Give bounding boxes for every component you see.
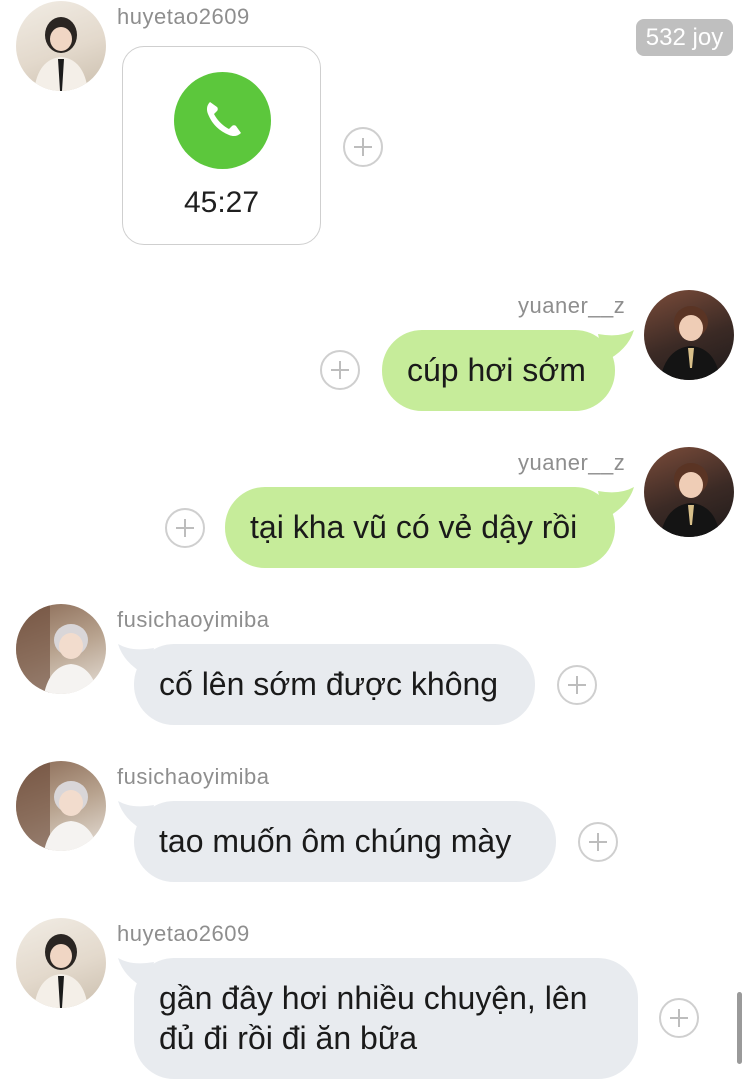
message-text: cố lên sớm được không [159,666,499,702]
avatar-image [660,306,720,380]
avatar-fusichaoyimiba[interactable] [16,604,106,694]
avatar-image [16,761,98,851]
message-text: cúp hơi sớm [407,352,586,388]
avatar-yuaner__z[interactable] [644,290,734,380]
message-username: huyetao2609 [117,921,250,946]
message-username: huyetao2609 [117,4,250,29]
call-button[interactable] [174,72,271,169]
avatar-fusichaoyimiba[interactable] [16,761,106,851]
incoming-message-bubble[interactable]: gần đây hơi nhiều chuyện, lên đủ đi rồi … [134,958,638,1079]
avatar-yuaner__z[interactable] [644,447,734,537]
message-username: fusichaoyimiba [117,607,270,632]
avatar-image [34,17,88,91]
avatar-image [34,934,88,1008]
message-text: tao muốn ôm chúng mày [159,823,512,859]
outgoing-message-bubble[interactable]: tại kha vũ có vẻ dậy rồi [225,487,615,568]
phone-icon [206,102,241,137]
avatar-image [16,604,98,694]
plus-icon[interactable] [343,127,383,167]
avatar-huyetao2609[interactable] [16,918,106,1008]
incoming-message-bubble[interactable]: tao muốn ôm chúng mày [134,801,556,882]
message-username: yuaner__z [518,293,626,318]
avatar-image [660,463,720,537]
scrollbar[interactable] [737,992,742,1064]
plus-icon[interactable] [578,822,618,862]
plus-icon[interactable] [320,350,360,390]
message-username: fusichaoyimiba [117,764,270,789]
message-text: gần đây hơi nhiều chuyện, lên đủ đi rồi … [159,980,588,1056]
outgoing-message-bubble[interactable]: cúp hơi sớm [382,330,615,411]
plus-icon[interactable] [659,998,699,1038]
incoming-message-bubble[interactable]: cố lên sớm được không [134,644,535,725]
joy-counter-badge: 532 joy [636,19,733,56]
plus-icon[interactable] [165,508,205,548]
call-record-card[interactable]: 45:27 [122,46,321,245]
plus-icon[interactable] [557,665,597,705]
message-text: tại kha vũ có vẻ dậy rồi [250,509,578,545]
call-duration: 45:27 [183,186,260,219]
avatar-huyetao2609[interactable] [16,1,106,91]
message-username: yuaner__z [518,450,626,475]
